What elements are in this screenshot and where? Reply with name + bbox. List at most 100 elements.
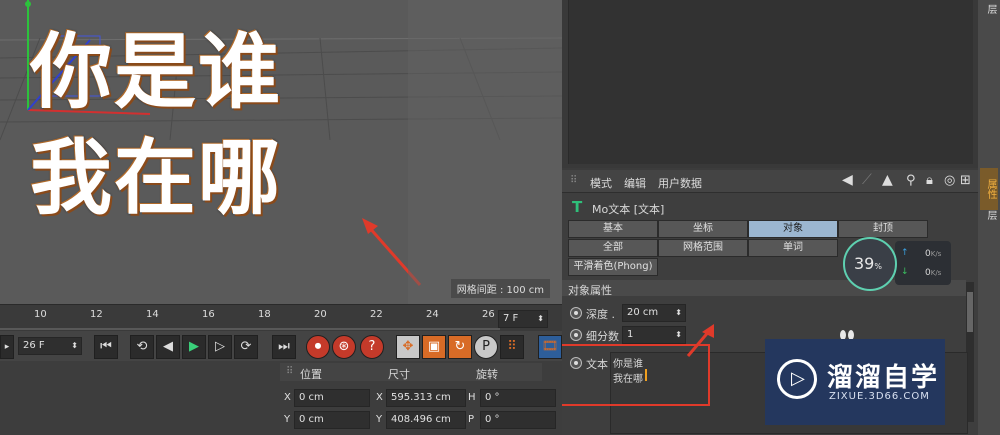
search-icon[interactable]: ⚲: [906, 173, 916, 188]
tab-basic[interactable]: 基本: [568, 220, 658, 238]
coord-header-size: 尺寸: [388, 368, 410, 381]
scale-key-icon[interactable]: ▣: [422, 335, 446, 359]
move-key-icon[interactable]: ✥: [396, 335, 420, 359]
subdiv-label: 细分数: [586, 330, 619, 343]
current-frame-value: 26 F: [23, 340, 45, 351]
tick-marks: [0, 328, 500, 330]
forward-arrow-icon[interactable]: ⟋: [862, 172, 872, 188]
tab-layer-top[interactable]: 层: [980, 0, 998, 18]
add-panel-icon[interactable]: ⊞: [960, 173, 971, 188]
tick-label: 12: [90, 309, 103, 320]
rot-p-value: 0 °: [485, 414, 500, 425]
object-name: Mo文本 [文本]: [592, 203, 665, 216]
section-title: 对象属性: [568, 284, 612, 297]
lock-icon[interactable]: 🔒︎: [926, 173, 933, 188]
target-icon[interactable]: ◎: [944, 173, 955, 188]
right-tab-strip: 层 属性 层: [978, 0, 1000, 435]
tick-label: 24: [426, 309, 439, 320]
pos-y-field[interactable]: 0 cm: [294, 411, 370, 429]
pos-x-field[interactable]: 0 cm: [294, 389, 370, 407]
tab-attributes[interactable]: 属性: [980, 168, 998, 210]
tab-caps[interactable]: 封顶: [838, 220, 928, 238]
tab-layer[interactable]: 层: [980, 206, 998, 224]
back-arrow-icon[interactable]: ◀: [842, 172, 853, 188]
depth-label: 深度 .: [586, 308, 615, 321]
depth-value: 20 cm: [627, 307, 659, 318]
rot-p-field[interactable]: 0 °: [480, 411, 556, 429]
previous-frame-icon[interactable]: ◀: [156, 335, 180, 359]
depth-field[interactable]: 20 cm ⬍: [622, 304, 686, 322]
menu-edit[interactable]: 编辑: [624, 175, 646, 191]
menu-mode[interactable]: 模式: [590, 175, 612, 191]
coord-header-pos: 位置: [300, 368, 322, 381]
rot-h-axis: H: [468, 392, 476, 403]
pos-x-value: 0 cm: [299, 392, 324, 403]
watermark-logo-icon: ▷: [777, 359, 817, 399]
download-arrow-icon: ↓: [901, 267, 909, 277]
object-list[interactable]: [568, 0, 973, 164]
tick-label: 18: [258, 309, 271, 320]
grip-icon: ⠿: [286, 366, 294, 377]
coordinate-manager: ⠿ 位置 尺寸 旋转 X 0 cm X 595.313 cm H 0 ° Y 0…: [0, 361, 562, 435]
go-to-start-icon[interactable]: ⏮: [94, 335, 118, 359]
tick-label: 10: [34, 309, 47, 320]
tick-label: 26: [482, 309, 495, 320]
tab-word[interactable]: 单词: [748, 239, 838, 257]
menu-user-data[interactable]: 用户数据: [658, 175, 702, 191]
tick-label: 14: [146, 309, 159, 320]
tab-phong[interactable]: 平滑着色(Phong): [568, 258, 658, 276]
scrollbar-thumb[interactable]: [967, 292, 973, 332]
size-y-field[interactable]: 408.496 cm: [386, 411, 466, 429]
transport-bar: ▸ 26 F ⬍ ⏮ ⟲ ◀ ▶ ▷ ⟳ ⏭ ⏺ ⊛ ? ✥ ▣ ↻ P ⠿ 🎞︎: [0, 331, 562, 361]
tab-coord[interactable]: 坐标: [658, 220, 748, 238]
autokey-icon[interactable]: ⊛: [332, 335, 356, 359]
grip-icon: ⠿: [570, 175, 578, 186]
coord-header: ⠿ 位置 尺寸 旋转: [280, 363, 542, 381]
param-key-icon[interactable]: P: [474, 335, 498, 359]
size-y-value: 408.496 cm: [391, 414, 451, 425]
end-frame-value: 7 F: [503, 313, 519, 324]
timeline-ruler[interactable]: 10 12 14 16 18 20 22 24 26 7 F ⬍: [0, 304, 562, 331]
play-small-icon[interactable]: ▸: [0, 335, 14, 359]
size-x-value: 595.313 cm: [391, 392, 451, 403]
viewport[interactable]: 你是谁 我在哪 网格间距 : 100 cm: [0, 0, 562, 304]
tab-mesh-range[interactable]: 网格范围: [658, 239, 748, 257]
tick-label: 20: [314, 309, 327, 320]
watermark-url: ZIXUE.3D66.COM: [829, 391, 930, 402]
upload-arrow-icon: ↑: [901, 248, 909, 258]
download-speed: 0K/s: [925, 268, 942, 278]
grid-spacing-label: 网格间距 : 100 cm: [450, 279, 550, 298]
film-icon[interactable]: 🎞︎: [538, 335, 562, 359]
rot-h-field[interactable]: 0 °: [480, 389, 556, 407]
subdiv-radio[interactable]: [570, 329, 582, 341]
attribute-menu-bar: ⠿ 模式 编辑 用户数据 ◀ ⟋ ▲ ⚲ 🔒︎ ◎ ⊞: [562, 170, 978, 193]
subdiv-field[interactable]: 1 ⬍: [622, 326, 686, 344]
play-icon[interactable]: ▶: [182, 335, 206, 359]
record-icon[interactable]: ⏺: [306, 335, 330, 359]
tab-object[interactable]: 对象: [748, 220, 838, 238]
object-manager[interactable]: [562, 0, 978, 168]
viewport-shade: [408, 0, 562, 304]
current-frame-field[interactable]: 26 F ⬍: [18, 337, 82, 355]
point-level-icon[interactable]: ⠿: [500, 335, 524, 359]
rot-p-axis: P: [468, 414, 475, 425]
watermark: ▷ 溜溜自学 ZIXUE.3D66.COM: [765, 339, 945, 425]
help-icon[interactable]: ?: [360, 335, 384, 359]
rotate-key-icon[interactable]: ↻: [448, 335, 472, 359]
annotation-arrow-text: [686, 324, 714, 357]
next-key-icon[interactable]: ⟳: [234, 335, 258, 359]
size-x-field[interactable]: 595.313 cm: [386, 389, 466, 407]
next-frame-icon[interactable]: ▷: [208, 335, 232, 359]
go-to-end-icon[interactable]: ⏭: [272, 335, 296, 359]
tick-label: 22: [370, 309, 383, 320]
previous-key-icon[interactable]: ⟲: [130, 335, 154, 359]
tab-all[interactable]: 全部: [568, 239, 658, 257]
net-speed-box: ↑ 0K/s ↓ 0K/s: [895, 241, 951, 285]
watermark-title: 溜溜自学: [827, 363, 940, 393]
tick-label: 16: [202, 309, 215, 320]
depth-radio[interactable]: [570, 307, 582, 319]
up-arrow-icon[interactable]: ▲: [882, 172, 893, 188]
cpu-gauge: 39%: [843, 237, 897, 291]
end-frame-field[interactable]: 7 F ⬍: [498, 310, 548, 328]
stepper-icon[interactable]: ⬍: [675, 305, 682, 321]
